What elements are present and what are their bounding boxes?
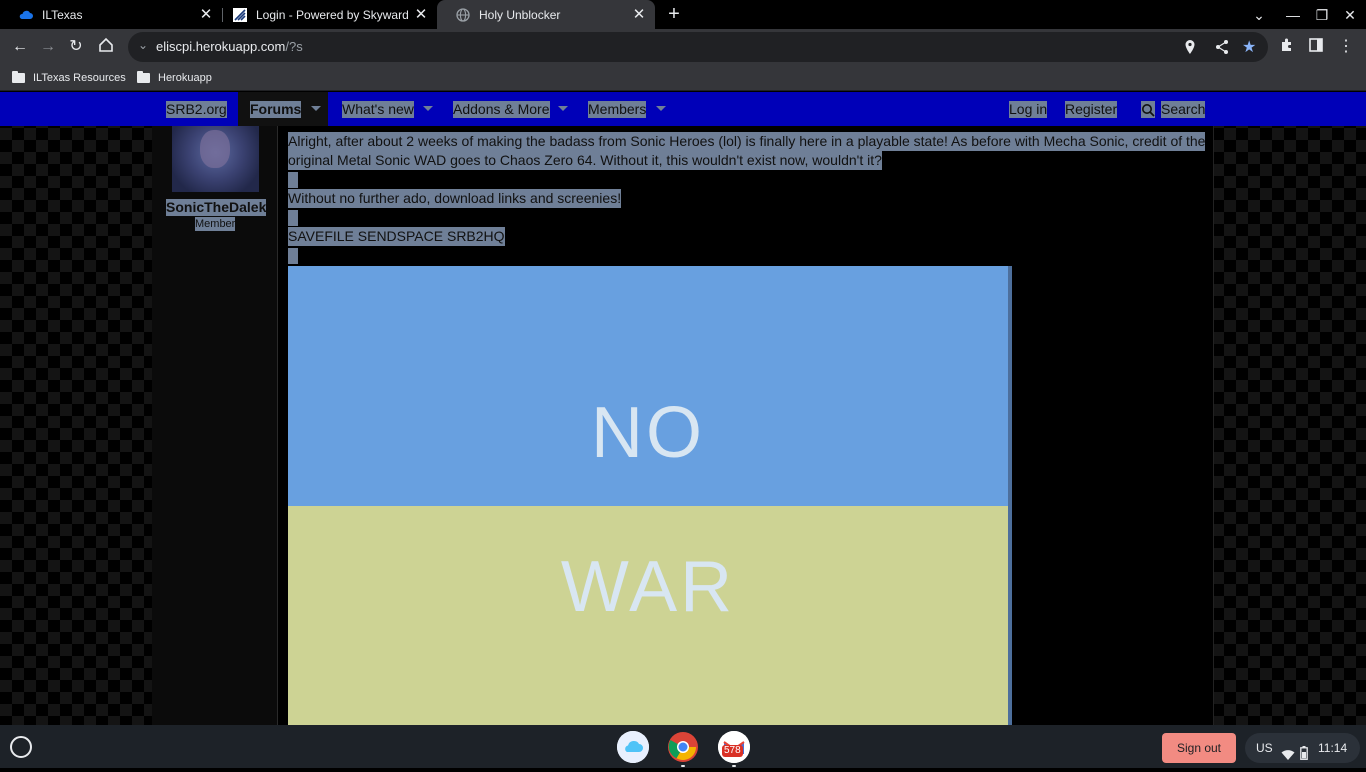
- minimize-icon[interactable]: —: [1284, 6, 1302, 24]
- close-tab-icon[interactable]: ✕: [413, 6, 429, 23]
- globe-icon: [455, 7, 471, 23]
- web-page: SRB2.org Forums What's new Addons & More…: [0, 92, 1366, 725]
- running-indicator: [732, 765, 736, 767]
- running-indicator: [681, 765, 685, 767]
- clock-time: 11:14: [1318, 741, 1348, 755]
- addons-dropdown-caret-icon[interactable]: [558, 106, 568, 111]
- folder-icon: [12, 71, 25, 83]
- bookmark-iltexas-resources[interactable]: ILTexas Resources: [12, 69, 126, 87]
- skyward-icon: [232, 7, 248, 23]
- bookmark-herokuapp[interactable]: Herokuapp: [137, 69, 212, 87]
- tab-holy-unblocker[interactable]: Holy Unblocker ✕: [437, 0, 655, 29]
- browser-toolbar: ← → ↻ ⌄ eliscpi.herokuapp.com/?s ★ ⋮: [0, 29, 1366, 65]
- tab-iltexas[interactable]: ILTexas ✕: [0, 0, 222, 29]
- launcher-icon[interactable]: [10, 736, 32, 758]
- tab-skyward[interactable]: Login - Powered by Skyward ✕: [214, 0, 437, 29]
- nav-members[interactable]: Members: [588, 101, 647, 118]
- tab-strip: ILTexas ✕ Login - Powered by Skyward ✕ H…: [0, 0, 1366, 29]
- user-avatar[interactable]: [172, 126, 259, 192]
- register-link[interactable]: Register: [1065, 101, 1118, 118]
- search-link[interactable]: Search: [1161, 101, 1206, 118]
- banner-blue-half: NO: [288, 266, 1008, 506]
- cloud-app-icon[interactable]: [617, 731, 649, 763]
- address-bar[interactable]: ⌄ eliscpi.herokuapp.com/?s ★: [128, 32, 1268, 62]
- nav-addons-more[interactable]: Addons & More: [453, 101, 550, 118]
- bookmark-label: ILTexas Resources: [33, 72, 126, 84]
- whats-new-dropdown-caret-icon[interactable]: [423, 106, 433, 111]
- download-links[interactable]: SAVEFILE SENDSPACE SRB2HQ: [288, 227, 505, 246]
- post-text-line: Alright, after about 2 weeks of making t…: [288, 132, 1206, 151]
- banner-yellow-half: WAR: [288, 506, 1008, 725]
- close-window-icon[interactable]: ✕: [1341, 6, 1359, 24]
- members-dropdown-caret-icon[interactable]: [656, 106, 666, 111]
- chrome-icon[interactable]: [667, 731, 699, 763]
- os-shelf: 578 Sign out US 11:14: [0, 725, 1366, 768]
- post-user-role: Member: [195, 217, 236, 231]
- battery-icon: [1300, 741, 1308, 771]
- selected-blank-line: [288, 210, 298, 226]
- bookmarks-bar: ILTexas Resources Herokuapp: [0, 65, 1366, 91]
- extensions-puzzle-icon[interactable]: [1277, 37, 1297, 57]
- forums-dropdown-caret-icon[interactable]: [311, 106, 321, 111]
- login-link[interactable]: Log in: [1009, 101, 1048, 118]
- nav-forums[interactable]: Forums: [250, 101, 302, 118]
- folder-icon: [137, 71, 150, 83]
- more-menu-icon[interactable]: ⋮: [1336, 37, 1356, 57]
- bookmark-star-icon[interactable]: ★: [1242, 37, 1256, 57]
- nav-whats-new[interactable]: What's new: [342, 101, 414, 118]
- post-username[interactable]: SonicTheDalek: [166, 199, 267, 216]
- sign-out-button[interactable]: Sign out: [1162, 733, 1236, 763]
- url-text: eliscpi.herokuapp.com/?s: [156, 39, 303, 54]
- site-navbar: SRB2.org Forums What's new Addons & More…: [0, 92, 1366, 126]
- home-icon[interactable]: [96, 37, 116, 57]
- restore-icon[interactable]: ❐: [1313, 6, 1331, 24]
- tab-title: Holy Unblocker: [479, 7, 561, 22]
- unread-badge: 578: [722, 745, 743, 757]
- search-icon[interactable]: [1141, 101, 1155, 118]
- banner-text-bottom: WAR: [560, 547, 736, 627]
- tab-title: Login - Powered by Skyward: [256, 7, 409, 22]
- new-tab-plus-icon[interactable]: +: [663, 4, 685, 26]
- share-icon[interactable]: [1214, 39, 1230, 60]
- tab-title: ILTexas: [42, 7, 83, 22]
- post-text-line: original Metal Sonic WAD goes to Chaos Z…: [288, 151, 882, 170]
- reload-icon[interactable]: ↻: [66, 37, 86, 57]
- selected-blank-line: [288, 248, 298, 264]
- tab-search-chevron-icon[interactable]: ⌄: [1250, 6, 1268, 24]
- close-tab-icon[interactable]: ✕: [631, 6, 647, 23]
- status-tray[interactable]: US 11:14: [1245, 733, 1360, 763]
- side-panel-icon[interactable]: [1306, 37, 1326, 57]
- location-pin-icon[interactable]: [1184, 39, 1196, 60]
- gmail-badge-app-icon[interactable]: 578: [718, 731, 750, 763]
- nav-srb2-home[interactable]: SRB2.org: [166, 101, 227, 118]
- close-tab-icon[interactable]: ✕: [198, 6, 214, 23]
- no-war-banner-image: NO WAR: [288, 266, 1012, 725]
- selected-blank-line: [288, 172, 298, 188]
- iltexas-cloud-icon: [18, 7, 34, 23]
- keyboard-locale: US: [1256, 741, 1273, 755]
- bookmark-label: Herokuapp: [158, 72, 212, 84]
- back-arrow-icon[interactable]: ←: [10, 37, 30, 57]
- forward-arrow-icon[interactable]: →: [38, 37, 58, 57]
- banner-text-top: NO: [591, 393, 705, 473]
- chevron-down-icon[interactable]: ⌄: [138, 38, 148, 52]
- post-text-line: Without no further ado, download links a…: [288, 189, 622, 208]
